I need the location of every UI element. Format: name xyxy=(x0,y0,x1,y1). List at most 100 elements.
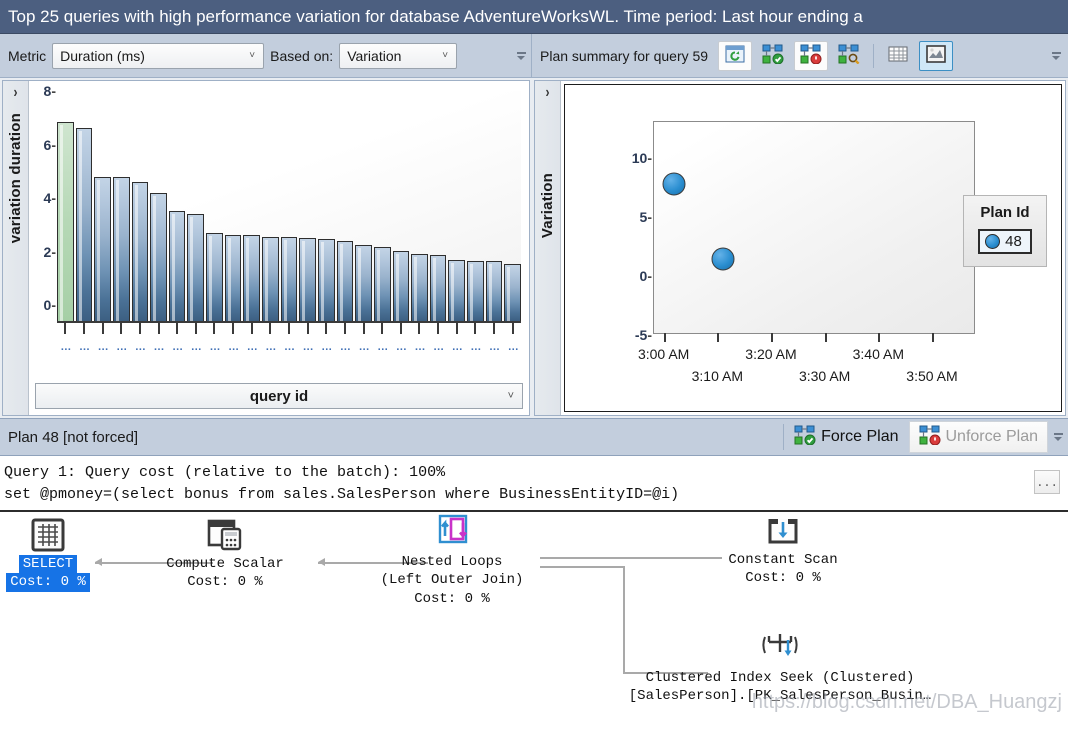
toolbar-overflow-grip[interactable] xyxy=(511,51,531,60)
bar-6[interactable] xyxy=(168,211,186,321)
plan-node-clustered-index-seek[interactable]: Clustered Index Seek (Clustered) [SalesP… xyxy=(610,630,950,707)
bar-21[interactable] xyxy=(448,259,466,321)
bar-11[interactable] xyxy=(262,236,279,322)
execution-plan-diagram[interactable]: SELECT Cost: 0 % Compute Scalar Cost: 0 … xyxy=(0,511,1068,730)
scatter-plot-area[interactable]: -5- 0- 5- 10- 3:00 AM 3:10 AM 3:20 AM 3:30 AM 3:… xyxy=(564,84,1062,412)
based-on-select-value: Variation xyxy=(347,47,402,64)
legend-item-plan-48[interactable]: 48 xyxy=(978,229,1032,254)
toolbar-right-overflow-grip[interactable] xyxy=(1046,51,1066,60)
metric-select[interactable]: Duration (ms) ˅ xyxy=(52,42,265,69)
x-axis-field-label: query id xyxy=(249,387,309,405)
y-axis-tick-label: 10- xyxy=(631,149,652,166)
scatter-point-1[interactable] xyxy=(711,247,735,271)
unforce-plan-icon xyxy=(800,44,822,67)
plan-node-select[interactable]: SELECT Cost: 0 % xyxy=(2,518,94,593)
bar-18[interactable] xyxy=(392,251,410,321)
y-axis-label: variation duration xyxy=(7,113,24,244)
x-axis-tick-label: … xyxy=(284,341,295,353)
unforce-plan-action-button[interactable]: Unforce Plan xyxy=(908,421,1048,453)
grip-bar xyxy=(1051,51,1061,54)
query-cost-line: Query 1: Query cost (relative to the bat… xyxy=(4,464,446,481)
force-plan-icon xyxy=(794,425,816,450)
force-plan-icon xyxy=(762,44,784,67)
plan-node-cost: Cost: 0 % xyxy=(6,573,90,593)
bar-5[interactable] xyxy=(150,192,167,322)
plan-node-compute-scalar[interactable]: Compute Scalar Cost: 0 % xyxy=(150,518,300,593)
bar-10[interactable] xyxy=(243,235,261,321)
expand-panel-chevron-icon[interactable]: › xyxy=(14,83,18,101)
grip-bar xyxy=(1053,433,1063,435)
grip-triangle-icon xyxy=(1054,437,1062,441)
arrowhead-icon xyxy=(95,557,102,566)
bar-plot: 0- 2- 4- 6- 8- xyxy=(44,83,522,322)
x-axis-tick-label: … xyxy=(228,341,239,353)
x-axis-field-select[interactable]: query id ˅ xyxy=(35,383,523,409)
bar-17[interactable] xyxy=(373,247,391,321)
x-axis-tick xyxy=(57,321,74,334)
unforce-plan-button[interactable] xyxy=(794,40,829,71)
bar-2[interactable] xyxy=(94,176,111,322)
x-axis-tick xyxy=(878,333,881,342)
bar-12[interactable] xyxy=(280,236,298,322)
x-axis-tick-label: … xyxy=(489,341,500,353)
bar-24[interactable] xyxy=(504,263,522,321)
plan-node-label: Nested Loops xyxy=(401,553,503,570)
bar-20[interactable] xyxy=(429,255,447,321)
x-axis-tick-label: … xyxy=(507,341,519,353)
refresh-plan-summary-button[interactable] xyxy=(718,40,753,71)
grid-view-button[interactable] xyxy=(881,41,915,71)
x-axis-tick-label: … xyxy=(78,341,90,353)
plan-node-nested-loops[interactable]: Nested Loops (Left Outer Join) Cost: 0 % xyxy=(368,514,536,610)
bar-22[interactable] xyxy=(467,260,484,322)
bar-4[interactable] xyxy=(131,181,149,322)
connector-seek-to-nested-h1 xyxy=(540,565,625,568)
x-axis-tick-label: 3:00 AM xyxy=(637,346,690,362)
x-axis-tick xyxy=(318,321,335,334)
bar-3[interactable] xyxy=(112,176,130,322)
x-axis-tick xyxy=(717,333,720,342)
x-axis-tick xyxy=(411,321,428,334)
plan-summary-scatter-panel: › Variation -5- 0- 5- 10- 3:00 AM 3:10 AM 3:20… xyxy=(534,80,1066,416)
connector-constant-to-nested xyxy=(540,556,722,559)
bar-plot-area[interactable]: 0- 2- 4- 6- 8- ………………………………………………………………… xyxy=(29,81,529,379)
based-on-select[interactable]: Variation ˅ xyxy=(339,42,458,69)
bar-15[interactable] xyxy=(336,240,354,322)
bar-19[interactable] xyxy=(411,254,428,321)
plan-node-constant-scan[interactable]: Constant Scan Cost: 0 % xyxy=(705,516,861,589)
legend-dot-icon xyxy=(985,234,1001,249)
plan-node-label: Clustered Index Seek (Clustered) xyxy=(645,669,915,686)
y-axis-tick-label: -5- xyxy=(634,327,652,343)
x-axis-tick xyxy=(225,321,242,334)
x-axis-tick xyxy=(76,321,93,334)
x-axis-tick-label: … xyxy=(433,341,444,353)
bar-8[interactable] xyxy=(206,232,223,322)
force-plan-button[interactable] xyxy=(756,41,790,71)
scatter-point-0[interactable] xyxy=(662,172,686,196)
x-axis-tick-label: 3:30 AM xyxy=(798,368,851,384)
chart-view-button[interactable] xyxy=(919,40,954,71)
plan-action-bar: Plan 48 [not forced] Force Plan Unforce … xyxy=(0,418,1068,456)
bar-0[interactable] xyxy=(57,121,74,322)
expand-query-text-button[interactable]: ... xyxy=(1034,470,1060,494)
compare-plans-button[interactable] xyxy=(832,41,866,71)
bar-7[interactable] xyxy=(187,214,205,321)
query-cost-header: Query 1: Query cost (relative to the bat… xyxy=(0,456,1068,508)
x-axis-tick xyxy=(243,321,260,334)
expand-panel-chevron-icon[interactable]: › xyxy=(546,83,550,101)
bar-16[interactable] xyxy=(355,244,372,322)
grid-view-icon xyxy=(888,46,908,65)
refresh-icon xyxy=(725,45,745,66)
bar-1[interactable] xyxy=(75,128,93,321)
bar-23[interactable] xyxy=(485,260,503,322)
bar-13[interactable] xyxy=(299,238,316,321)
x-axis-ticks xyxy=(57,321,521,334)
bar-14[interactable] xyxy=(317,239,335,321)
plan-node-cost: Cost: 0 % xyxy=(187,574,263,591)
force-plan-action-button[interactable]: Force Plan xyxy=(784,421,908,453)
bar-9[interactable] xyxy=(224,235,242,321)
scatter-plot: -5- 0- 5- 10- 3:00 AM 3:10 AM 3:20 AM 3:30 AM 3:… xyxy=(632,121,975,384)
plan-node-cost: Cost: 0 % xyxy=(745,570,821,587)
chart-view-icon xyxy=(926,45,946,66)
arrowhead-icon xyxy=(318,557,325,566)
plan-bar-overflow-grip[interactable] xyxy=(1048,433,1068,441)
